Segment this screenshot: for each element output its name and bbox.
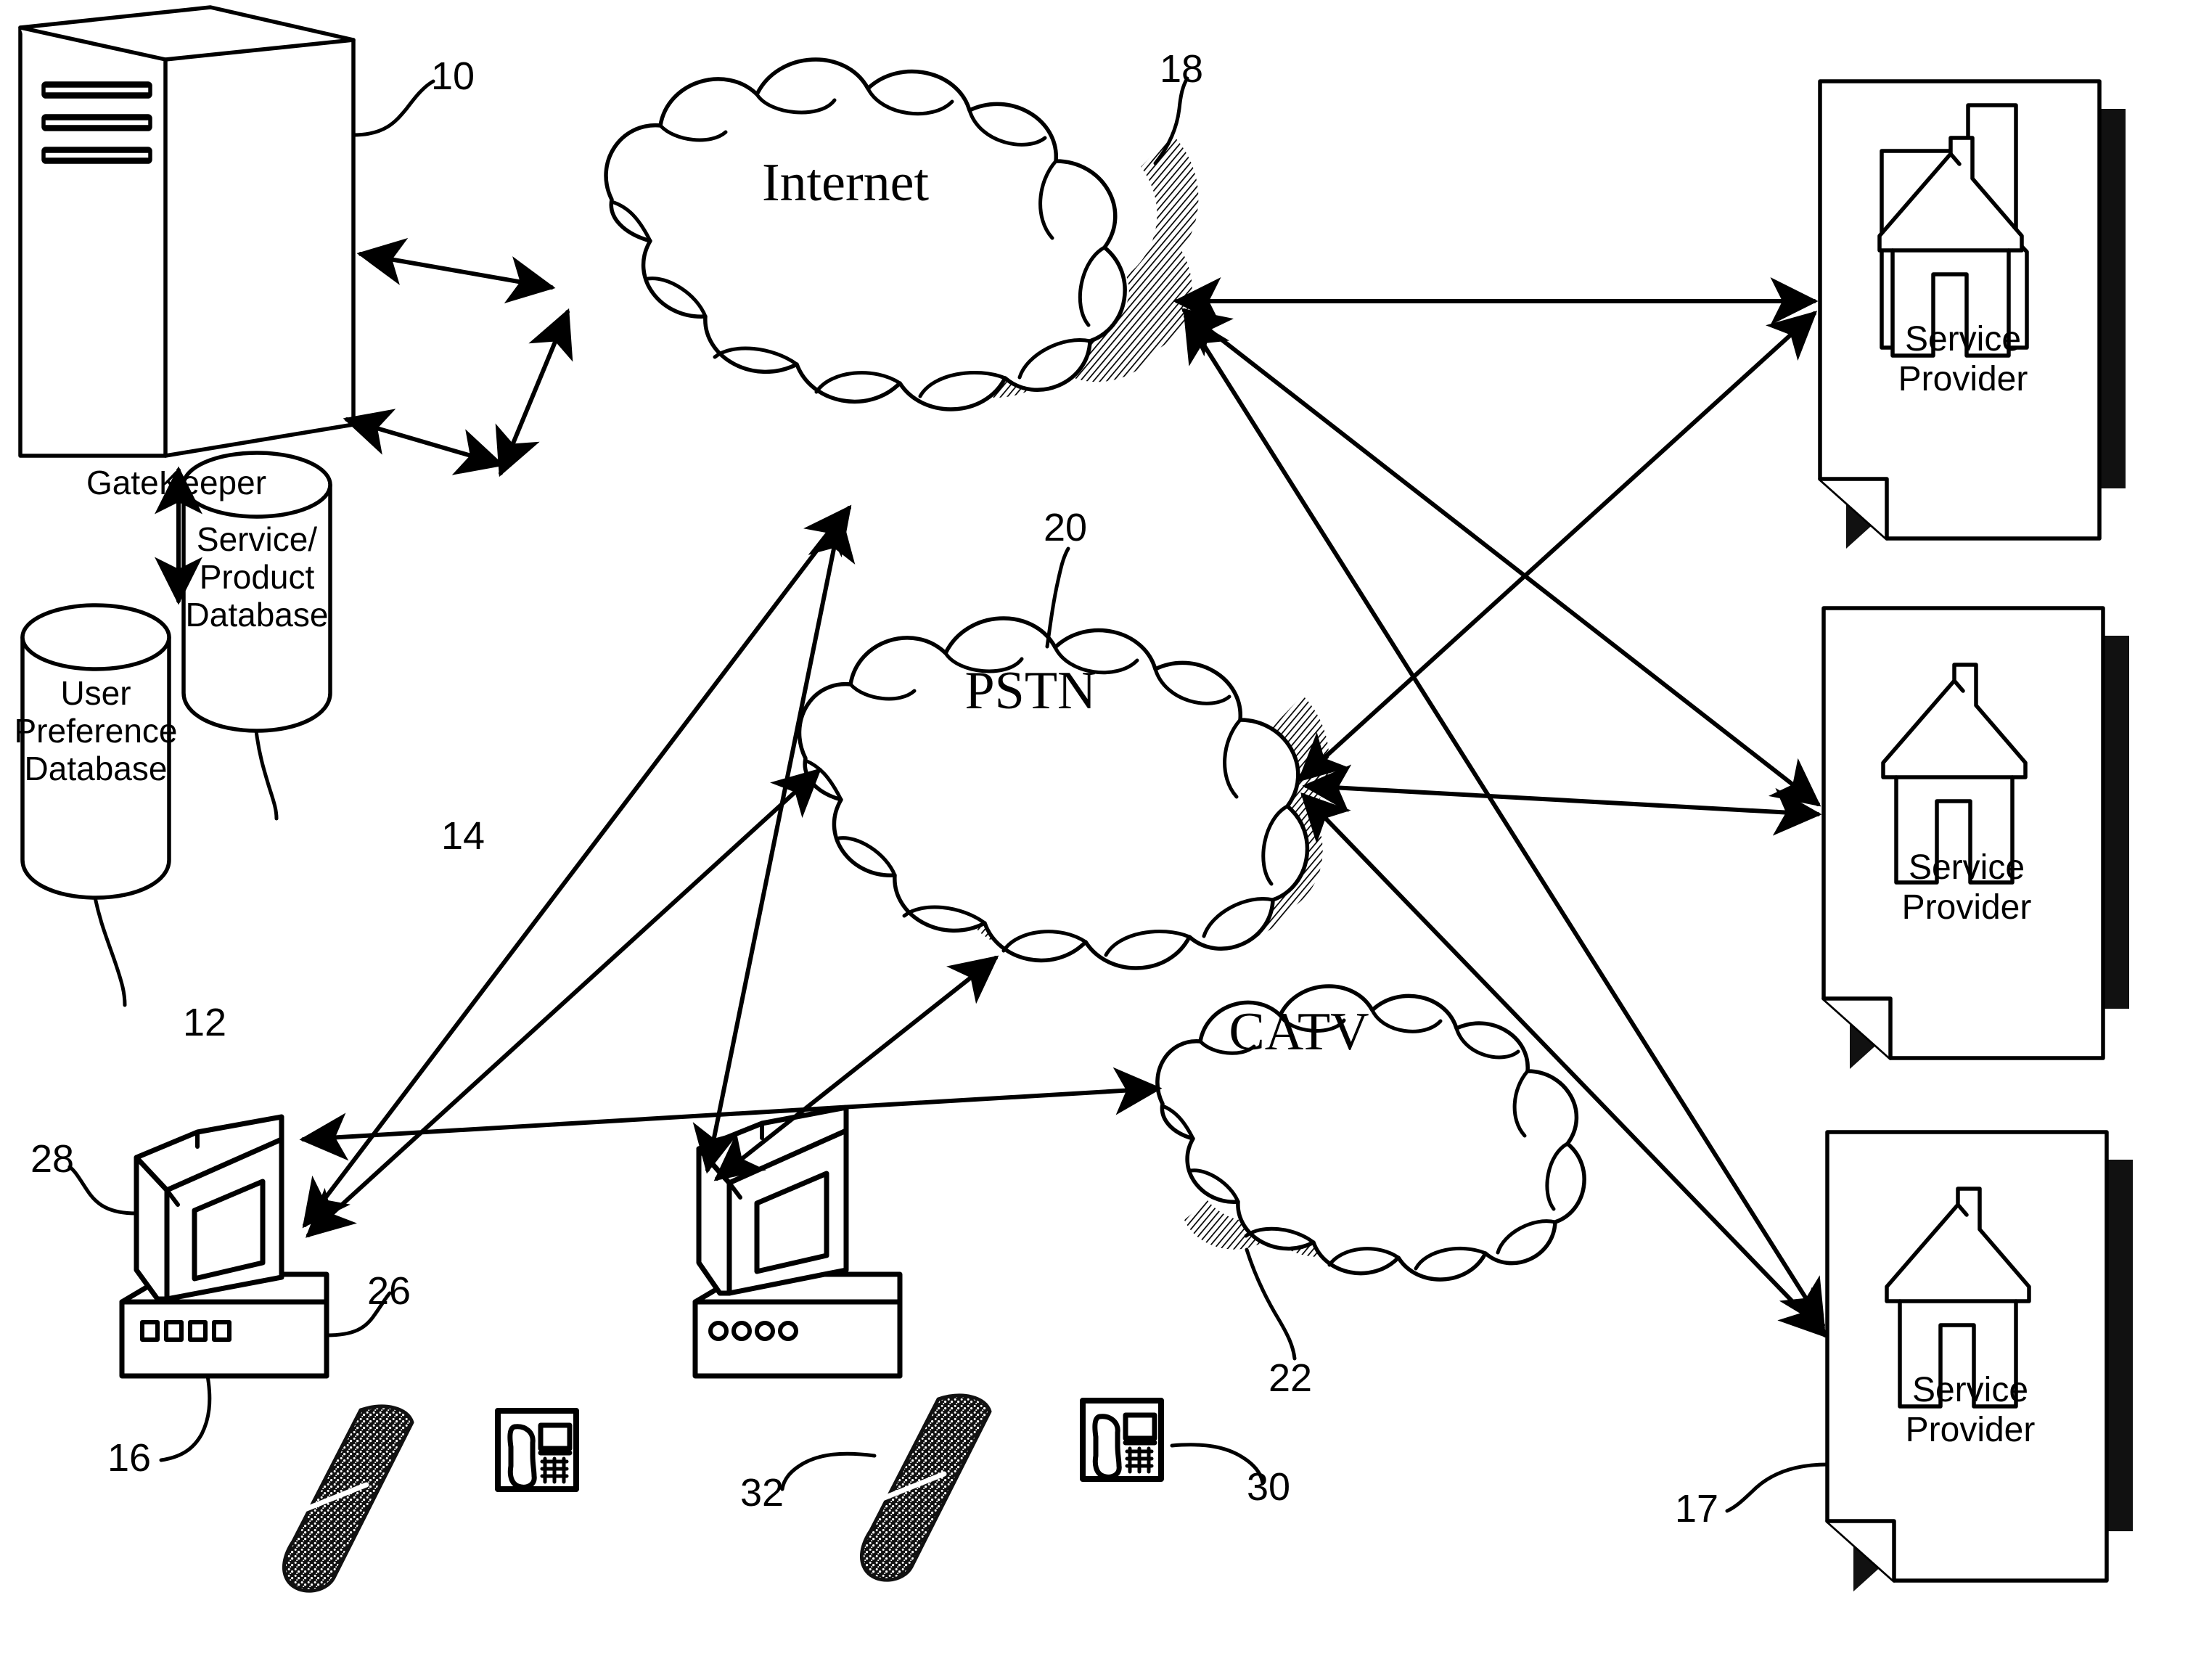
service-provider-document-bottom <box>1825 1130 2133 1591</box>
reference-numeral-10: 10 <box>431 54 475 98</box>
connector-computer-catv <box>299 1067 1163 1161</box>
reference-numeral-26: 26 <box>367 1269 411 1313</box>
service-product-database-label: Service/ Product Database <box>185 520 329 634</box>
service-provider-top-label: Service Provider <box>1898 320 2028 399</box>
figure-canvas: GateKeeper User Preference Database Serv… <box>0 0 2209 1680</box>
leader-line-22 <box>1245 1247 1297 1361</box>
reference-numeral-16: 16 <box>107 1436 152 1480</box>
reference-numeral-18: 18 <box>1160 47 1204 91</box>
leader-line-10 <box>351 79 435 137</box>
reference-numeral-28: 28 <box>30 1137 75 1181</box>
service-provider-middle-label: Service Provider <box>1901 848 2032 927</box>
remote-control-icon-center <box>860 1393 992 1582</box>
connector-pstn-computer-center <box>713 955 999 1181</box>
reference-numeral-20: 20 <box>1044 506 1088 549</box>
reference-numeral-17: 17 <box>1675 1487 1719 1531</box>
reference-numeral-14: 14 <box>441 814 485 858</box>
desktop-computer-icon-center <box>692 1105 903 1379</box>
connector-gatekeeper-spdb <box>343 409 505 475</box>
leader-line-14 <box>254 729 279 821</box>
cloud-icon-internet <box>604 57 1199 411</box>
catv-cloud-label: CATV <box>1229 1002 1369 1062</box>
telephone-icon-center <box>1080 1398 1164 1482</box>
gatekeeper-label: GateKeeper <box>86 464 267 501</box>
reference-numeral-32: 32 <box>740 1471 784 1515</box>
reference-numeral-30: 30 <box>1247 1465 1291 1509</box>
leader-line-16 <box>159 1374 212 1462</box>
connector-pstn-sp-top <box>1297 311 1818 782</box>
reference-numeral-22: 22 <box>1269 1356 1313 1400</box>
remote-control-icon-left <box>282 1404 414 1593</box>
pstn-cloud-label: PSTN <box>964 661 1097 721</box>
connector-gatekeeper-internet <box>356 237 556 304</box>
leader-line-12 <box>93 896 127 1007</box>
connector-spdb-internet <box>495 308 573 478</box>
service-provider-bottom-label: Service Provider <box>1905 1371 2036 1450</box>
service-provider-document-middle <box>1821 606 2129 1069</box>
internet-cloud-label: Internet <box>761 153 930 213</box>
service-provider-document-top <box>1818 79 2126 549</box>
desktop-computer-icon-left <box>119 1114 329 1379</box>
connector-pstn-sp-middle <box>1302 764 1822 836</box>
user-preference-database-label: User Preference Database <box>14 674 178 787</box>
leader-line-28 <box>67 1165 139 1216</box>
connector-internet-computer-center <box>692 512 856 1174</box>
leader-line-32 <box>780 1451 877 1491</box>
reference-numeral-12: 12 <box>183 1001 227 1044</box>
telephone-icon-left <box>495 1408 579 1492</box>
leader-line-20 <box>1045 546 1070 649</box>
server-tower-icon <box>18 5 356 458</box>
leader-line-17 <box>1725 1462 1829 1513</box>
